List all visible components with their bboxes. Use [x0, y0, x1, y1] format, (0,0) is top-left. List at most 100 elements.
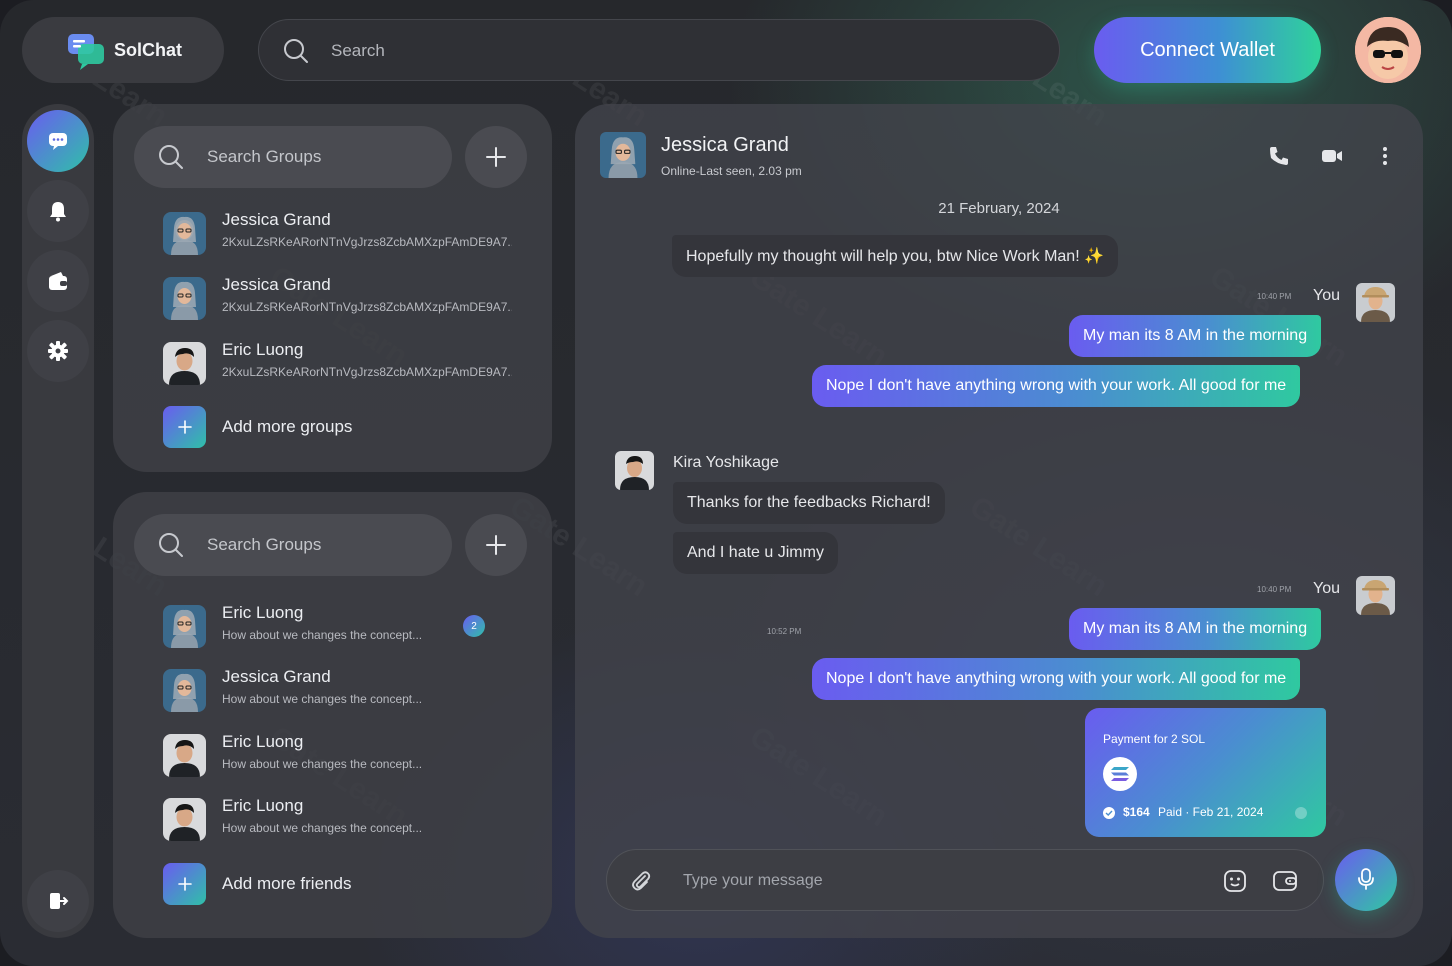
contact-preview: How about we changes the concept...: [222, 821, 423, 835]
check-icon: [1103, 807, 1115, 819]
wallet-icon: [49, 272, 67, 290]
avatar: [615, 451, 654, 490]
group-search-placeholder: Search Groups: [207, 147, 322, 166]
connect-wallet-button[interactable]: Connect Wallet: [1094, 17, 1321, 83]
settings-nav-button[interactable]: [27, 320, 89, 382]
payment-title: Payment for 2 SOL: [1103, 732, 1206, 746]
unread-badge: 2: [463, 615, 485, 637]
message-time: 10:52 PM: [767, 627, 802, 636]
contact-name: Eric Luong: [222, 603, 304, 622]
list-item[interactable]: Jessica Grand 2KxuLZsRKeARorNTnVgJrzs8Zc…: [163, 210, 523, 258]
list-item[interactable]: Eric Luong How about we changes the conc…: [163, 796, 523, 844]
sender-name: Kira Yoshikage: [673, 454, 779, 471]
contact-name: Jessica Grand: [222, 275, 331, 294]
incoming-message: Thanks for the feedbacks Richard!: [673, 482, 945, 524]
logout-button[interactable]: [27, 870, 89, 932]
brand[interactable]: SolChat: [22, 17, 224, 83]
message-time: 10:40 PM: [1257, 292, 1292, 301]
outgoing-message: Nope I don't have anything wrong with yo…: [812, 658, 1301, 700]
plus-icon: [163, 406, 206, 448]
list-item[interactable]: Eric Luong How about we changes the conc…: [163, 732, 523, 780]
messages-nav-button[interactable]: [27, 110, 89, 172]
solana-icon: [1103, 757, 1137, 791]
friend-search-placeholder: Search Groups: [207, 535, 322, 554]
message-composer: [606, 849, 1324, 911]
add-more-groups-label: Add more groups: [222, 417, 353, 436]
wallet-nav-button[interactable]: [27, 250, 89, 312]
contact-name: Eric Luong: [222, 732, 304, 751]
search-icon: [284, 39, 308, 63]
groups-panel: Search Groups Jessica Grand 2KxuLZsRKeAR…: [113, 104, 552, 472]
list-item[interactable]: Eric Luong 2KxuLZsRKeARorNTnVgJrzs8ZcbAM…: [163, 340, 523, 388]
outgoing-message: My man its 8 AM in the morning: [1069, 315, 1322, 357]
plus-icon: [486, 535, 506, 555]
plus-icon: [163, 863, 206, 905]
chat-avatar[interactable]: [600, 132, 646, 178]
wallet-icon[interactable]: [1272, 869, 1298, 893]
avatar: [163, 212, 206, 255]
contact-preview: How about we changes the concept...: [222, 692, 423, 706]
avatar: [163, 342, 206, 385]
gear-icon: [48, 341, 68, 361]
outgoing-message: Nope I don't have anything wrong with yo…: [812, 365, 1301, 407]
user-avatar[interactable]: [1355, 17, 1421, 83]
payment-status: Paid · Feb 21, 2024: [1158, 805, 1264, 819]
search-input[interactable]: [331, 38, 1031, 64]
message-input[interactable]: [683, 869, 1183, 893]
contact-name: Jessica Grand: [222, 210, 331, 229]
contact-name: Jessica Grand: [222, 667, 331, 686]
app-window: Gate Learn Gate Learn Gate Learn Gate Le…: [0, 0, 1452, 966]
attachment-icon[interactable]: [629, 869, 653, 893]
avatar: [163, 605, 206, 648]
incoming-message: And I hate u Jimmy: [673, 532, 838, 574]
chat-contact-status: Online-Last seen, 2.03 pm: [661, 164, 802, 178]
chevron-right-icon[interactable]: [1295, 807, 1307, 819]
list-item[interactable]: Jessica Grand How about we changes the c…: [163, 667, 523, 715]
avatar-illustration: [1355, 17, 1421, 83]
friend-search-field[interactable]: Search Groups: [134, 514, 452, 576]
contact-name: Eric Luong: [222, 796, 304, 815]
add-more-friends-button[interactable]: Add more friends: [163, 863, 463, 905]
outgoing-message: My man its 8 AM in the morning: [1069, 608, 1322, 650]
notifications-nav-button[interactable]: [27, 180, 89, 242]
sender-you-label: You: [1313, 287, 1340, 304]
video-call-icon[interactable]: [1320, 144, 1344, 168]
incoming-message: Hopefully my thought will help you, btw …: [672, 235, 1119, 277]
phone-icon[interactable]: [1267, 144, 1291, 168]
chat-contact-name: Jessica Grand: [661, 134, 789, 156]
avatar: [163, 669, 206, 712]
more-options-icon[interactable]: [1373, 144, 1397, 168]
contact-name: Eric Luong: [222, 340, 304, 359]
global-search[interactable]: [258, 19, 1060, 81]
chat-panel: Jessica Grand Online-Last seen, 2.03 pm …: [575, 104, 1423, 938]
payment-card[interactable]: Payment for 2 SOL $164 Paid · Feb 21, 20…: [1085, 708, 1326, 837]
group-search-field[interactable]: Search Groups: [134, 126, 452, 188]
avatar: [1356, 576, 1395, 615]
friends-panel: Search Groups Eric Luong How about we ch…: [113, 492, 552, 938]
chat-icon: [49, 133, 67, 150]
chat-logo-icon: [68, 34, 104, 70]
logout-icon: [50, 893, 69, 909]
payment-amount: $164: [1123, 805, 1150, 819]
list-item[interactable]: Eric Luong How about we changes the conc…: [163, 603, 523, 651]
emoji-icon[interactable]: [1223, 869, 1247, 893]
contact-address: 2KxuLZsRKeARorNTnVgJrzs8ZcbAMXzpFAmDE9A7…: [222, 300, 512, 314]
voice-message-button[interactable]: [1335, 849, 1397, 911]
date-separator: 21 February, 2024: [938, 200, 1060, 217]
contact-address: 2KxuLZsRKeARorNTnVgJrzs8ZcbAMXzpFAmDE9A7…: [222, 365, 512, 379]
microphone-icon: [1358, 867, 1374, 890]
avatar: [1356, 283, 1395, 322]
search-icon: [159, 533, 183, 557]
list-item[interactable]: Jessica Grand 2KxuLZsRKeARorNTnVgJrzs8Zc…: [163, 275, 523, 323]
sender-you-label: You: [1313, 580, 1340, 597]
contact-address: 2KxuLZsRKeARorNTnVgJrzs8ZcbAMXzpFAmDE9A7…: [222, 235, 512, 249]
bell-icon: [50, 202, 66, 222]
search-icon: [159, 145, 183, 169]
add-more-friends-label: Add more friends: [222, 874, 352, 893]
message-time: 10:40 PM: [1257, 585, 1292, 594]
avatar: [163, 734, 206, 777]
add-friend-button[interactable]: [465, 514, 527, 576]
add-group-button[interactable]: [465, 126, 527, 188]
add-more-groups-button[interactable]: Add more groups: [163, 406, 463, 448]
plus-icon: [486, 147, 506, 167]
